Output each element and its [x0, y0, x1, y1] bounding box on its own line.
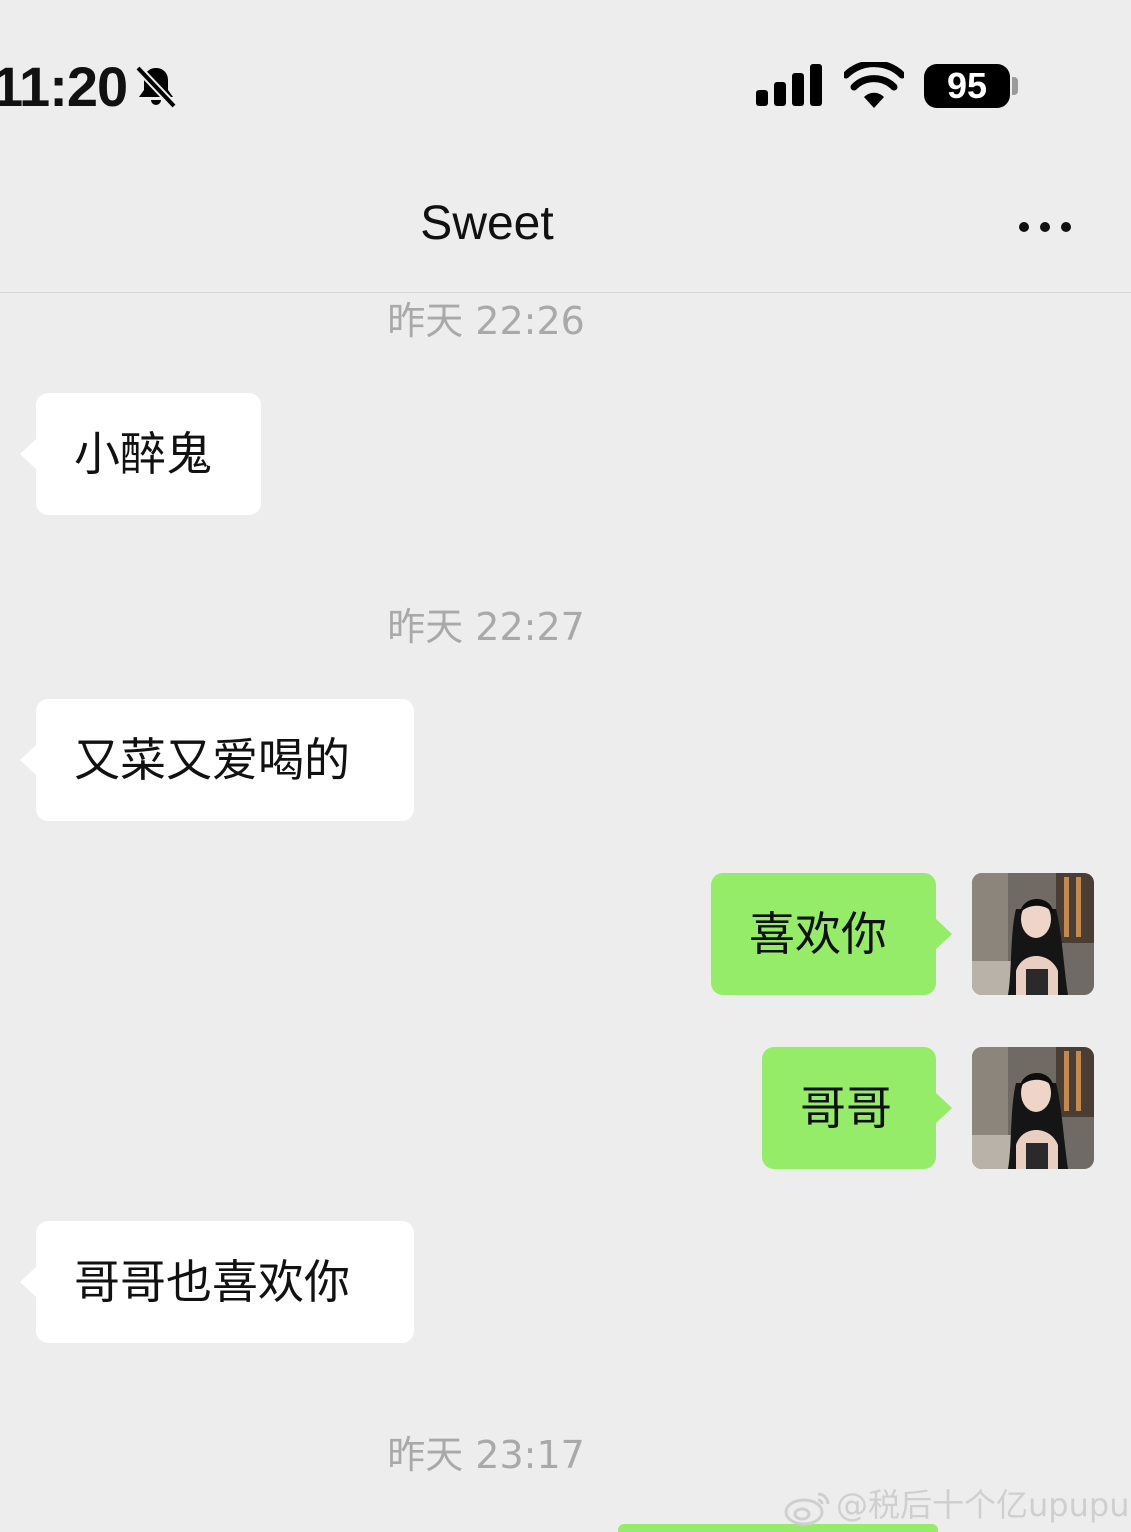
message-text: 哥哥: [800, 1081, 892, 1135]
cellular-signal-icon: [756, 64, 822, 106]
message-bubble-outgoing[interactable]: 哥哥: [762, 1047, 952, 1169]
message-bubble-incoming[interactable]: 哥哥也喜欢你: [20, 1221, 414, 1343]
message-text: 又菜又爱喝的: [74, 733, 350, 787]
bell-off-icon: [135, 65, 177, 109]
avatar-photo: [972, 873, 1094, 995]
status-bar: 11:20 95: [0, 0, 1131, 170]
battery-cap: [1012, 77, 1018, 95]
more-icon[interactable]: [1010, 216, 1080, 238]
status-time: 11:20: [0, 55, 128, 118]
message-timestamp: 昨天 22:27: [387, 605, 585, 649]
watermark: @税后十个亿upupup: [784, 1480, 1131, 1526]
avatar-photo: [972, 1047, 1094, 1169]
weibo-icon: [784, 1492, 830, 1526]
battery-indicator: 95: [924, 64, 1010, 108]
message-text: 哥哥也喜欢你: [74, 1255, 350, 1309]
avatar[interactable]: [972, 1047, 1094, 1169]
message-bubble-incoming[interactable]: 又菜又爱喝的: [20, 699, 414, 821]
message-bubble-incoming[interactable]: 小醉鬼: [20, 393, 261, 515]
message-text: 喜欢你: [749, 907, 887, 961]
message-timestamp: 昨天 23:17: [387, 1433, 585, 1477]
chat-header: Sweet: [0, 170, 1131, 293]
message-text: 小醉鬼: [74, 427, 212, 481]
message-timestamp: 昨天 22:26: [387, 299, 585, 343]
message-bubble-outgoing[interactable]: 喜欢你: [711, 873, 952, 995]
chat-title: Sweet: [420, 197, 554, 250]
wifi-icon: [844, 62, 904, 108]
watermark-text: @税后十个亿upupup: [836, 1486, 1131, 1524]
avatar[interactable]: [972, 873, 1094, 995]
